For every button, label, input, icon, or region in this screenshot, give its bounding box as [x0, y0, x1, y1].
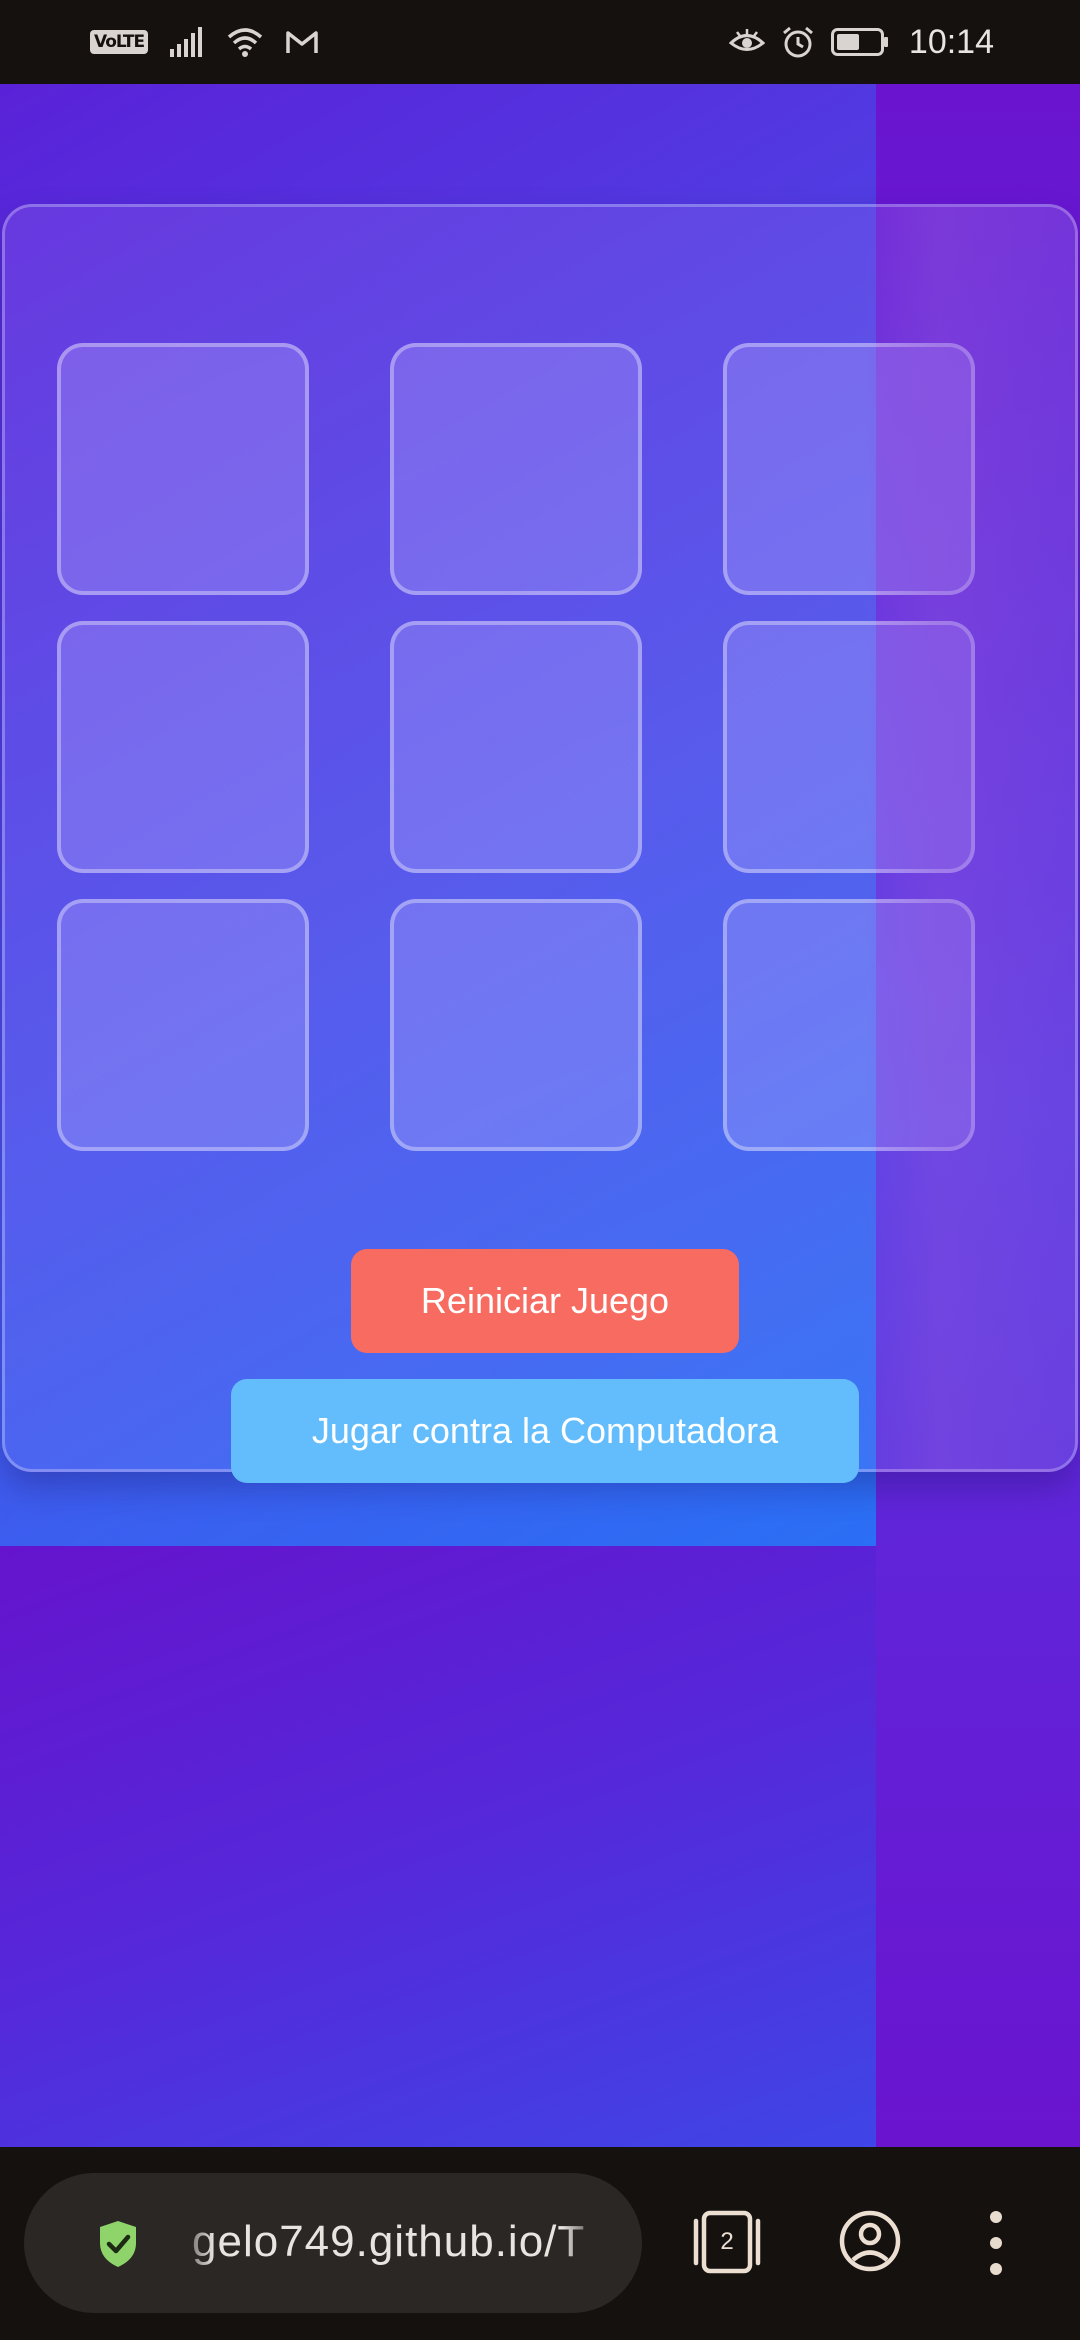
battery-icon: [830, 28, 889, 56]
volte-icon: VoLTE: [90, 30, 149, 54]
browser-toolbar: gelo749.github.io/T 2: [0, 2147, 1080, 2340]
status-right: 10:14: [728, 22, 994, 62]
gmail-icon: [286, 29, 318, 55]
board-cell-6[interactable]: [723, 621, 975, 873]
tab-count: 2: [720, 2228, 734, 2255]
web-viewport: Reiniciar Juego Jugar contra la Computad…: [0, 84, 1080, 2147]
status-left: VoLTE: [90, 22, 318, 62]
board-cell-7[interactable]: [57, 899, 309, 1151]
security-shield-icon[interactable]: [96, 2219, 140, 2274]
wifi-icon: [226, 26, 264, 58]
address-bar[interactable]: gelo749.github.io/T: [24, 2173, 642, 2313]
board-cell-2[interactable]: [390, 343, 642, 595]
account-icon[interactable]: [838, 2209, 902, 2278]
board-cell-3[interactable]: [723, 343, 975, 595]
board-cell-1[interactable]: [57, 343, 309, 595]
eye-comfort-icon: [728, 28, 765, 56]
board-cell-8[interactable]: [390, 899, 642, 1151]
board-cell-9[interactable]: [723, 899, 975, 1151]
tab-switcher-button[interactable]: 2: [690, 2205, 764, 2279]
page-bottom-background: [0, 1546, 876, 2147]
reset-game-button[interactable]: Reiniciar Juego: [351, 1249, 739, 1353]
signal-icon: [170, 27, 204, 57]
game-card: Reiniciar Juego Jugar contra la Computad…: [2, 204, 1078, 1483]
clock: 10:14: [908, 22, 994, 61]
board-cell-5[interactable]: [390, 621, 642, 873]
status-bar: VoLTE 10:14: [0, 0, 1080, 84]
url-text[interactable]: gelo749.github.io/T: [192, 2217, 585, 2267]
play-vs-computer-button[interactable]: Jugar contra la Computadora: [231, 1379, 859, 1483]
more-menu-icon[interactable]: [980, 2207, 1012, 2279]
board-cell-4[interactable]: [57, 621, 309, 873]
alarm-icon: [781, 25, 815, 59]
